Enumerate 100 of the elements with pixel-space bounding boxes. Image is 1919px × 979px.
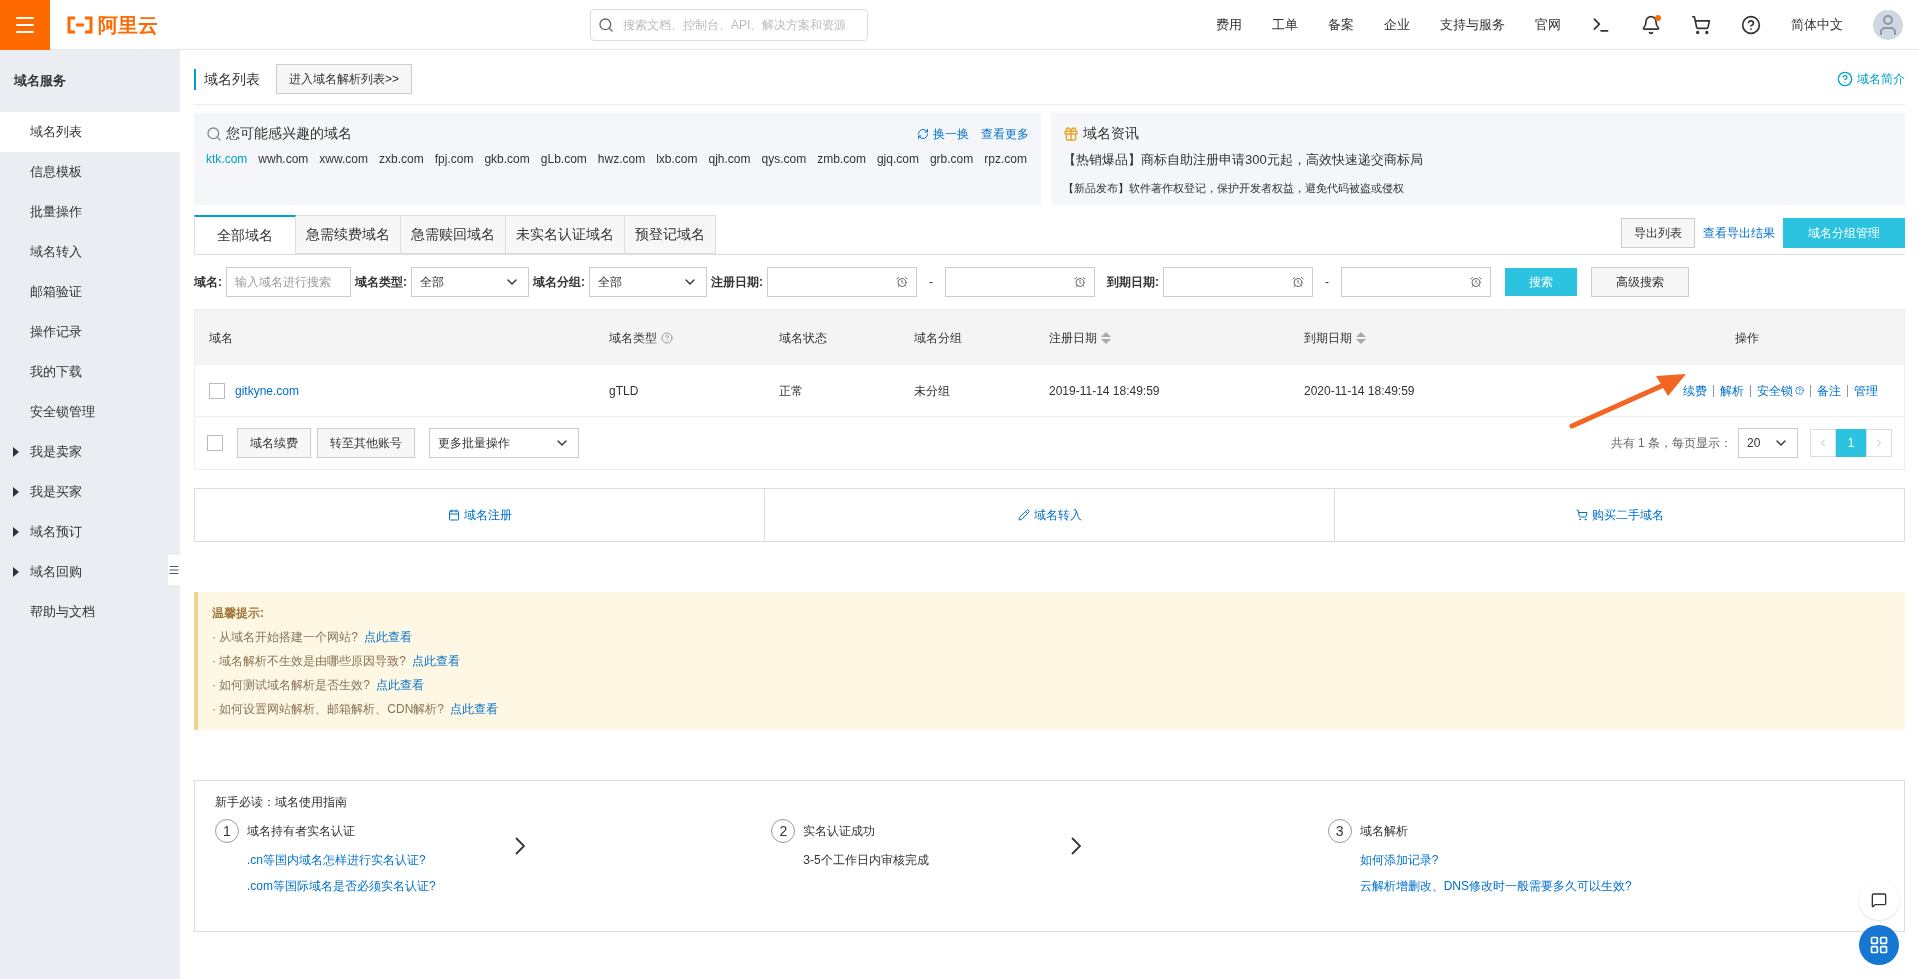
action-link[interactable]: 解析 (1720, 381, 1744, 400)
sort-icon[interactable] (1356, 331, 1366, 344)
sidebar-item[interactable]: 邮箱验证 (0, 272, 180, 312)
nav-link[interactable]: 官网 (1535, 14, 1561, 35)
action-link[interactable]: 管理 (1854, 381, 1878, 400)
language-link[interactable]: 简体中文 (1791, 14, 1843, 35)
sidebar-item[interactable]: 安全锁管理 (0, 392, 180, 432)
tab[interactable]: 全部域名 (194, 215, 296, 254)
domain-suggestion[interactable]: hwz.com (597, 150, 646, 168)
action-link[interactable]: 安全锁 (1757, 381, 1804, 400)
apps-button[interactable] (1859, 925, 1899, 965)
notification-button[interactable] (1641, 14, 1661, 35)
tab[interactable]: 预登记域名 (625, 215, 716, 254)
chat-icon (1871, 892, 1887, 908)
step-title: 域名持有者实名认证 (247, 823, 355, 840)
sidebar-item[interactable]: 操作记录 (0, 312, 180, 352)
guide-link[interactable]: .com等国际域名是否必须实名认证? (247, 877, 515, 895)
nav-link[interactable]: 工单 (1272, 14, 1298, 35)
menu-button[interactable] (0, 0, 50, 50)
quick-link[interactable]: 域名注册 (195, 489, 764, 541)
select-all-checkbox[interactable] (207, 435, 223, 451)
sort-icon[interactable] (1101, 331, 1111, 344)
quick-link[interactable]: 域名转入 (764, 489, 1334, 541)
guide-link[interactable]: .cn等国内域名怎样进行实名认证? (247, 851, 515, 869)
domain-suggestion[interactable]: gLb.com (540, 150, 587, 168)
export-button[interactable]: 导出列表 (1621, 218, 1695, 248)
domain-search-field[interactable]: 输入域名进行搜索 (226, 267, 351, 297)
prev-page-button[interactable] (1810, 429, 1836, 457)
tab[interactable]: 急需赎回域名 (401, 215, 506, 254)
domain-suggestion[interactable]: wwh.com (258, 150, 309, 168)
sidebar-item[interactable]: 信息模板 (0, 152, 180, 192)
gift-icon (1063, 125, 1079, 142)
nav-link[interactable]: 企业 (1384, 14, 1410, 35)
collapse-handle[interactable] (168, 555, 180, 585)
nav-link[interactable]: 备案 (1328, 14, 1354, 35)
domain-link[interactable]: gitkyne.com (235, 381, 300, 400)
page-size-select[interactable]: 20 (1738, 428, 1798, 458)
domain-suggestion[interactable]: grb.com (929, 150, 974, 168)
refresh-link[interactable]: 换一换 (917, 124, 969, 143)
sidebar-item[interactable]: 我是卖家 (0, 432, 180, 472)
menu-icon (168, 564, 180, 576)
domain-suggestion[interactable]: xww.com (319, 150, 369, 168)
sidebar-item[interactable]: 域名转入 (0, 232, 180, 272)
tip-link[interactable]: 点此查看 (364, 628, 413, 646)
nav-link[interactable]: 费用 (1216, 14, 1242, 35)
news-item[interactable]: 【新品发布】软件著作权登记，保护开发者权益，避免代码被盗或侵权 (1063, 179, 1893, 196)
group-select[interactable]: 全部 (589, 267, 707, 297)
sidebar-item[interactable]: 我是买家 (0, 472, 180, 512)
next-page-button[interactable] (1866, 429, 1892, 457)
date-field[interactable] (945, 267, 1095, 297)
alarm-clock-icon (896, 276, 908, 288)
action-link[interactable]: 续费 (1683, 381, 1707, 400)
nav-link[interactable]: 支持与服务 (1440, 14, 1505, 35)
export-result-link[interactable]: 查看导出结果 (1703, 224, 1775, 242)
renew-button[interactable]: 域名续费 (237, 428, 311, 458)
help-icon[interactable] (1741, 14, 1761, 35)
tab[interactable]: 未实名认证域名 (506, 215, 625, 254)
avatar[interactable] (1873, 9, 1903, 40)
bulk-action-select[interactable]: 更多批量操作 (429, 428, 579, 458)
date-field[interactable] (1341, 267, 1491, 297)
tip-link[interactable]: 点此查看 (376, 676, 425, 694)
column-header: 到期日期 (1304, 329, 1352, 347)
domain-suggestion[interactable]: zxb.com (379, 150, 424, 168)
domain-suggestion[interactable]: lxb.com (656, 150, 698, 168)
dns-list-button[interactable]: 进入域名解析列表>> (276, 64, 412, 94)
date-field[interactable] (767, 267, 917, 297)
tip-link[interactable]: 点此查看 (412, 652, 461, 670)
tab[interactable]: 急需续费域名 (296, 215, 401, 254)
sidebar-item[interactable]: 域名预订 (0, 512, 180, 552)
guide-link[interactable]: 如何添加记录? (1359, 851, 1628, 869)
action-link[interactable]: 备注 (1817, 381, 1841, 400)
sidebar-item[interactable]: 批量操作 (0, 192, 180, 232)
domain-suggestion[interactable]: gkb.com (484, 150, 530, 168)
transfer-button[interactable]: 转至其他账号 (317, 428, 415, 458)
type-select[interactable]: 全部 (411, 267, 529, 297)
domain-suggestion[interactable]: rpz.com (984, 150, 1027, 168)
sidebar-item[interactable]: 域名列表 (0, 112, 180, 152)
cart-icon[interactable] (1691, 14, 1711, 35)
domain-suggestion[interactable]: fpj.com (434, 150, 474, 168)
step-title: 实名认证成功 (803, 823, 876, 840)
domain-suggestion[interactable]: zmb.com (817, 150, 866, 168)
domain-suggestion[interactable]: gjq.com (876, 150, 919, 168)
date-field[interactable] (1163, 267, 1313, 297)
news-headline[interactable]: 【热销爆品】商标自助注册申请300元起，高效快速递交商标局 (1063, 150, 1893, 170)
sidebar-item[interactable]: 我的下载 (0, 352, 180, 392)
quick-link[interactable]: 购买二手域名 (1334, 489, 1904, 541)
domain-suggestion[interactable]: qys.com (761, 150, 807, 168)
advanced-search-button[interactable]: 高级搜索 (1591, 267, 1689, 297)
sidebar-title: 域名服务 (14, 72, 66, 91)
domain-suggestion[interactable]: qjh.com (708, 150, 751, 168)
search-field[interactable]: 搜索文档、控制台、API、解决方案和资源 (590, 8, 868, 41)
more-link[interactable]: 查看更多 (981, 124, 1029, 143)
chevron-right-icon (1071, 837, 1082, 855)
table-cell-text: 2019-11-14 18:49:59 (1049, 382, 1161, 400)
logo-icon (66, 15, 94, 34)
guide-text: 3-5个工作日内审核完成 (803, 852, 930, 869)
tip-link[interactable]: 点此查看 (450, 700, 498, 718)
chat-button[interactable] (1859, 880, 1899, 920)
row-checkbox[interactable] (209, 382, 225, 399)
sidebar-item[interactable]: 帮助与文档 (0, 592, 180, 632)
